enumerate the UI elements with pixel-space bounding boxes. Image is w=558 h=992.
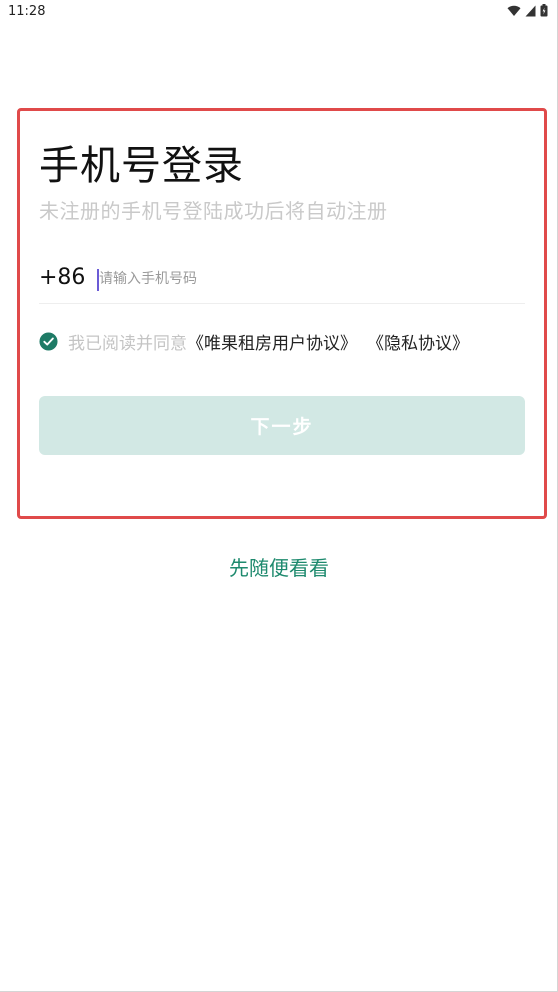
agreement-prefix: 我已阅读并同意 <box>68 333 187 354</box>
status-bar: 11:28 <box>0 0 558 24</box>
agreement-checkbox[interactable] <box>39 331 68 351</box>
signal-icon <box>525 5 536 17</box>
status-time: 11:28 <box>8 4 46 19</box>
login-card: 手机号登录 未注册的手机号登陆成功后将自动注册 +86 我已阅读并同意 《唯果租… <box>17 108 547 519</box>
battery-icon <box>540 4 548 17</box>
phone-input[interactable] <box>99 263 519 295</box>
page-subtitle: 未注册的手机号登陆成功后将自动注册 <box>39 199 388 223</box>
page-title: 手机号登录 <box>39 143 244 189</box>
checkmark-circle-icon <box>39 331 58 351</box>
status-icons <box>507 4 548 17</box>
user-agreement-link[interactable]: 《唯果租房用户协议》 <box>187 329 357 354</box>
phone-input-row: +86 <box>39 257 525 304</box>
wifi-icon <box>507 5 521 17</box>
privacy-agreement-link[interactable]: 《隐私协议》 <box>367 329 469 354</box>
browse-first-link[interactable]: 先随便看看 <box>0 552 558 581</box>
next-step-button[interactable]: 下一步 <box>39 396 525 455</box>
agreement-row: 我已阅读并同意 《唯果租房用户协议》 《隐私协议》 <box>39 329 469 354</box>
country-code[interactable]: +86 <box>39 265 85 290</box>
